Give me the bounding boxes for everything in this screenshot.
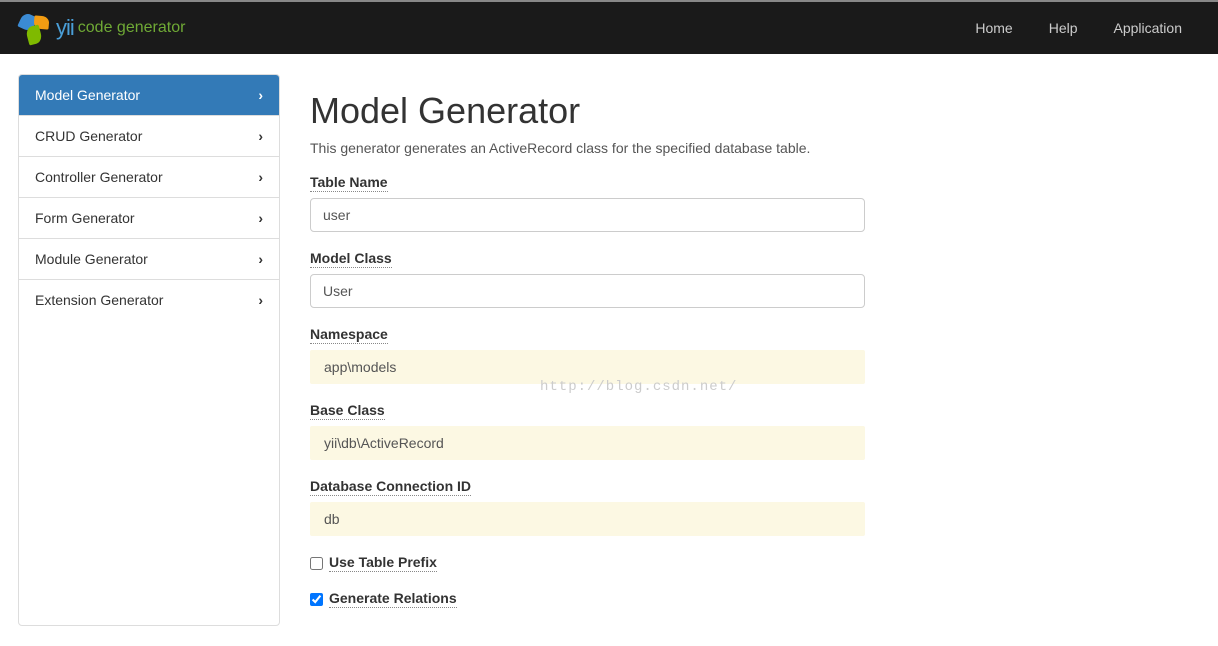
- page-description: This generator generates an ActiveRecord…: [310, 140, 1160, 156]
- label-base-class: Base Class: [310, 402, 385, 420]
- sidebar-item-label: Controller Generator: [35, 169, 163, 185]
- field-table-name: Table Name: [310, 174, 1160, 232]
- checkbox-generate-relations[interactable]: [310, 593, 323, 606]
- label-model-class: Model Class: [310, 250, 392, 268]
- sidebar-item-label: Extension Generator: [35, 292, 163, 308]
- brand-sub: code generator: [78, 19, 186, 37]
- input-table-name[interactable]: [310, 198, 865, 232]
- nav-home[interactable]: Home: [957, 4, 1030, 52]
- input-model-class[interactable]: [310, 274, 865, 308]
- label-generate-relations: Generate Relations: [329, 590, 457, 608]
- label-namespace: Namespace: [310, 326, 388, 344]
- nav-help[interactable]: Help: [1031, 4, 1096, 52]
- yii-logo-icon: [18, 12, 50, 44]
- static-db-connection[interactable]: db: [310, 502, 865, 536]
- sidebar-item-extension-generator[interactable]: Extension Generator ›: [19, 280, 279, 320]
- nav-application[interactable]: Application: [1096, 4, 1201, 52]
- sidebar-item-label: CRUD Generator: [35, 128, 142, 144]
- brand-logo[interactable]: yii code generator: [18, 12, 185, 44]
- field-generate-relations: Generate Relations: [310, 590, 1160, 608]
- main-container: Model Generator › CRUD Generator › Contr…: [0, 54, 1218, 646]
- sidebar-item-label: Model Generator: [35, 87, 140, 103]
- field-namespace: Namespace app\models: [310, 326, 1160, 384]
- static-base-class[interactable]: yii\db\ActiveRecord: [310, 426, 865, 460]
- sidebar: Model Generator › CRUD Generator › Contr…: [18, 74, 280, 626]
- chevron-right-icon: ›: [258, 87, 263, 103]
- label-db-connection: Database Connection ID: [310, 478, 471, 496]
- field-use-table-prefix: Use Table Prefix: [310, 554, 1160, 572]
- page-title: Model Generator: [310, 90, 1160, 132]
- field-db-connection: Database Connection ID db: [310, 478, 1160, 536]
- checkbox-use-table-prefix[interactable]: [310, 557, 323, 570]
- field-base-class: Base Class yii\db\ActiveRecord: [310, 402, 1160, 460]
- field-model-class: Model Class: [310, 250, 1160, 308]
- sidebar-item-controller-generator[interactable]: Controller Generator ›: [19, 157, 279, 198]
- nav-right: Home Help Application: [957, 4, 1200, 52]
- chevron-right-icon: ›: [258, 128, 263, 144]
- chevron-right-icon: ›: [258, 169, 263, 185]
- static-namespace[interactable]: app\models: [310, 350, 865, 384]
- sidebar-item-form-generator[interactable]: Form Generator ›: [19, 198, 279, 239]
- brand-name: yii: [56, 15, 74, 41]
- sidebar-item-module-generator[interactable]: Module Generator ›: [19, 239, 279, 280]
- sidebar-item-label: Form Generator: [35, 210, 135, 226]
- sidebar-item-model-generator[interactable]: Model Generator ›: [19, 75, 279, 116]
- navbar: yii code generator Home Help Application: [0, 2, 1218, 54]
- sidebar-item-label: Module Generator: [35, 251, 148, 267]
- chevron-right-icon: ›: [258, 292, 263, 308]
- sidebar-item-crud-generator[interactable]: CRUD Generator ›: [19, 116, 279, 157]
- label-table-name: Table Name: [310, 174, 388, 192]
- chevron-right-icon: ›: [258, 251, 263, 267]
- label-use-table-prefix: Use Table Prefix: [329, 554, 437, 572]
- main-content: Model Generator This generator generates…: [310, 74, 1160, 626]
- chevron-right-icon: ›: [258, 210, 263, 226]
